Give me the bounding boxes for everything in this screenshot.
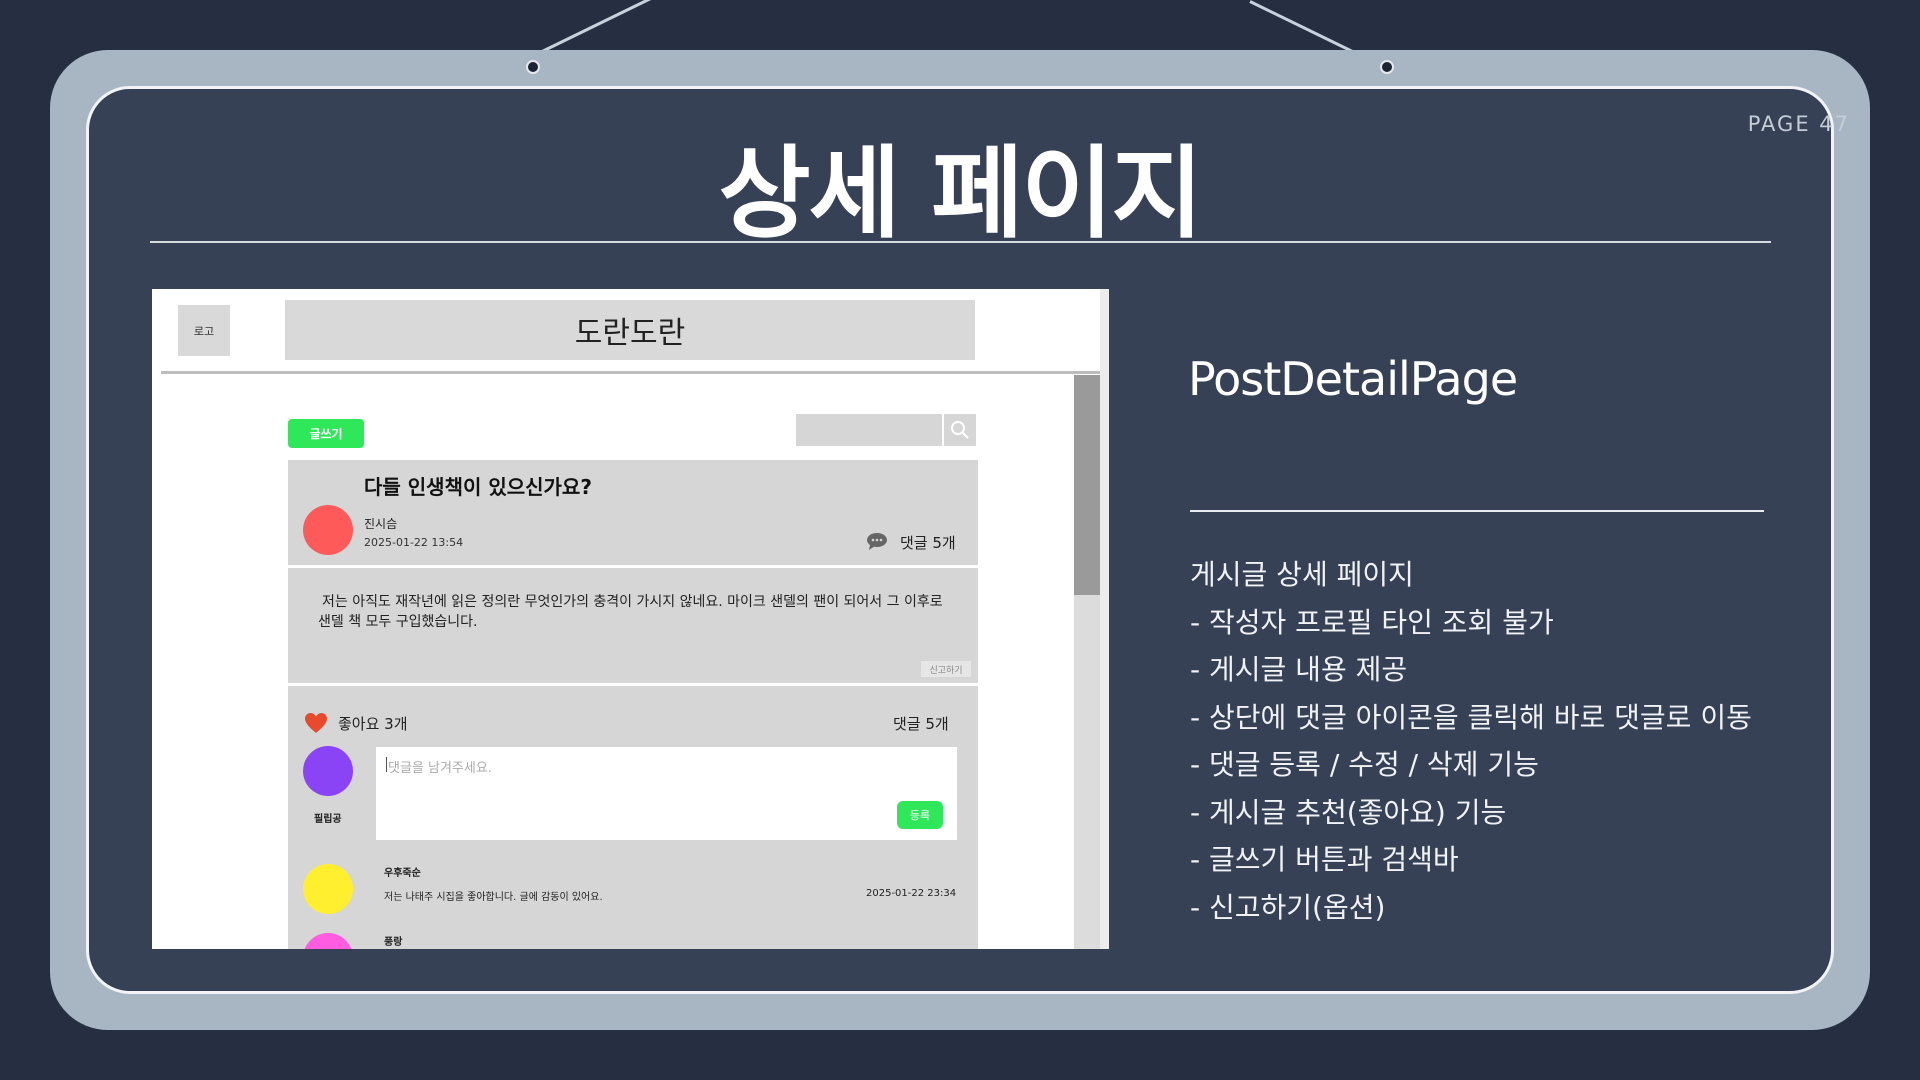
text-caret [386, 757, 387, 772]
comment-placeholder: 댓글을 남겨주세요. [388, 761, 492, 776]
component-divider [1190, 510, 1764, 512]
heart-icon[interactable] [304, 712, 328, 734]
post-content: 저는 아직도 재작년에 읽은 정의란 무엇인가의 충격이 가시지 않네요. 마이… [318, 594, 943, 630]
report-button[interactable]: 신고하기 [921, 661, 971, 677]
site-title: 도란도란 [285, 300, 975, 360]
feature-item: - 게시글 추천(좋아요) 기능 [1190, 795, 1507, 829]
search-icon [951, 421, 969, 439]
author-name: 진시슴 [364, 517, 398, 531]
comment-avatar [303, 864, 353, 914]
nail-left [526, 60, 540, 74]
comment-count: 댓글 5개 [893, 715, 949, 733]
header-divider [161, 371, 1101, 374]
comment-author: 우후죽순 [384, 868, 421, 879]
outer-scroll-edge [1100, 289, 1109, 949]
feature-item: - 상단에 댓글 아이콘을 클릭해 바로 댓글로 이동 [1190, 700, 1752, 734]
write-button[interactable]: 글쓰기 [288, 419, 364, 448]
author-avatar [303, 505, 353, 555]
post-date: 2025-01-22 13:54 [364, 536, 464, 549]
feature-item: - 게시글 내용 제공 [1190, 653, 1408, 686]
comment-date: 2025-01-22 23:34 [866, 888, 957, 899]
page-mockup: 로고 도란도란 글쓰기 다들 인생책이 있으신가요? 진시슴 2025-01-2… [152, 289, 1109, 949]
comment-count-link[interactable]: 댓글 5개 [900, 532, 956, 553]
feature-item: - 글쓰기 버튼과 검색바 [1190, 843, 1459, 876]
like-count: 좋아요 3개 [338, 715, 408, 733]
title-divider [150, 241, 1771, 243]
my-nickname: 필립공 [314, 814, 342, 825]
comment-author: 풍랑 [384, 937, 403, 948]
comment-text: 저는 나태주 시집을 좋아합니다. 글에 감동이 있어요. [384, 892, 603, 903]
logo[interactable]: 로고 [178, 305, 230, 356]
component-name: PostDetailPage [1188, 352, 1518, 406]
comment-submit-button[interactable]: 등록 [897, 801, 943, 829]
slide-title: 상세 페이지 [718, 135, 1204, 252]
feature-item: - 신고하기(옵션) [1190, 890, 1386, 924]
comment-icon[interactable] [866, 532, 888, 550]
hanging-wire-left [537, 0, 661, 55]
feature-item: - 작성자 프로필 타인 조회 불가 [1190, 605, 1554, 639]
post-title: 다들 인생책이 있으신가요? [364, 475, 592, 499]
scrollbar-thumb[interactable] [1074, 375, 1100, 595]
feature-item: - 댓글 등록 / 수정 / 삭제 기능 [1190, 748, 1539, 781]
search-input[interactable] [796, 414, 942, 446]
search-button[interactable] [942, 414, 976, 446]
feature-list: 게시글 상세 페이지 - 작성자 프로필 타인 조회 불가 - 게시글 내용 제… [1190, 551, 1752, 931]
nail-right [1380, 60, 1394, 74]
feature-item: 게시글 상세 페이지 [1190, 558, 1414, 591]
my-avatar [303, 746, 353, 796]
